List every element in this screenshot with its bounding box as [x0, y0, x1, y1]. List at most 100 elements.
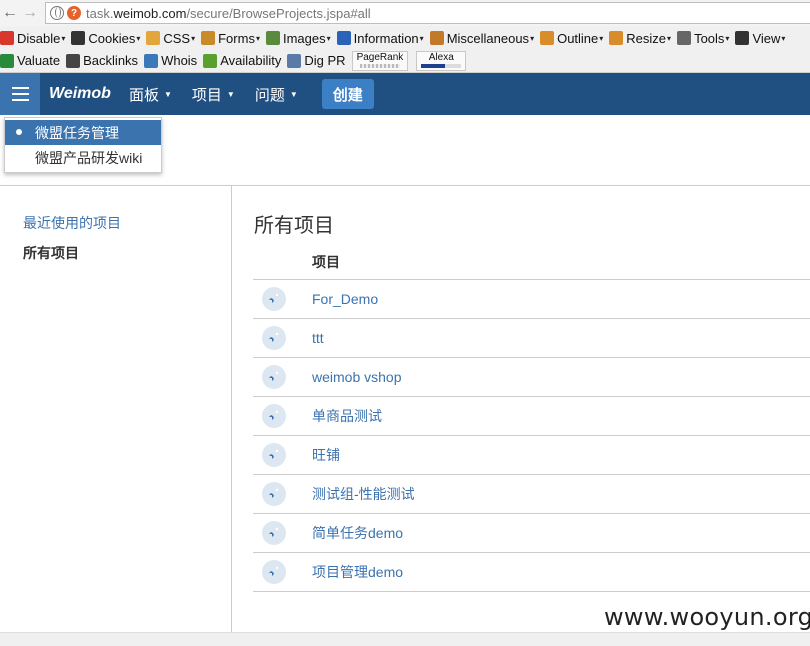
- alexa-widget[interactable]: Alexa: [416, 50, 467, 71]
- alexa-bar: [421, 63, 462, 68]
- pagerank-label: PageRank: [356, 51, 404, 63]
- toolbar-item-information[interactable]: Information ▾: [336, 27, 424, 49]
- toolbar-item-resize[interactable]: Resize ▾: [609, 27, 671, 49]
- toolbar-item-label: Miscellaneous: [446, 30, 530, 46]
- sidebar-item-all-projects[interactable]: 所有项目: [23, 243, 79, 263]
- address-input[interactable]: ? task. weimob.com/secure/BrowseProjects.…: [45, 2, 810, 24]
- create-button[interactable]: 创建: [321, 79, 374, 109]
- menu-item-label: 微盟任务管理: [35, 124, 119, 141]
- caret-down-icon: ▾: [667, 33, 672, 43]
- toolbar-item-label: Images: [282, 30, 326, 46]
- backlinks-icon: [66, 53, 81, 68]
- nav-issues[interactable]: 问题 ▼: [255, 84, 298, 105]
- project-rocket-icon[interactable]: [262, 560, 286, 584]
- alexa-label: Alexa: [428, 51, 454, 63]
- toolbar-item-label: Cookies: [88, 30, 136, 46]
- projects-table: 项目 For_Demottt weimob vshop 单商品测试旺铺测试组-性能测…: [253, 245, 810, 592]
- pagerank-widget[interactable]: PageRank: [351, 50, 409, 71]
- project-link[interactable]: For_Demo: [312, 291, 378, 307]
- caret-down-icon: ▾: [61, 33, 66, 43]
- project-rocket-icon[interactable]: [262, 287, 286, 311]
- project-rocket-icon[interactable]: [262, 482, 286, 506]
- nav-dashboards[interactable]: 面板 ▼: [129, 84, 172, 105]
- dig-pr-icon: [287, 53, 302, 68]
- toolbar-item-miscellaneous[interactable]: Miscellaneous ▾: [429, 27, 534, 49]
- tools-icon: [677, 31, 692, 45]
- project-link[interactable]: ttt: [312, 330, 324, 346]
- back-arrow-icon[interactable]: ←: [0, 1, 20, 25]
- toolbar-item-css[interactable]: CSS ▾: [146, 27, 195, 49]
- url-path: /secure/BrowseProjects.jspa#all: [186, 5, 371, 21]
- security-warning-icon[interactable]: ?: [67, 6, 81, 20]
- toolbar-item-label: Resize: [626, 30, 667, 46]
- menu-item-label: 微盟产品研发wiki: [35, 149, 143, 166]
- table-row: 简单任务demo: [253, 514, 810, 553]
- app-header: Weimob 面板 ▼ 项目 ▼ 问题 ▼ 创建: [0, 73, 810, 115]
- seo-toolbar: Valuate Backlinks Whois Availability Dig PR …: [0, 49, 810, 73]
- table-row: 单商品测试: [253, 397, 810, 436]
- project-link[interactable]: 简单任务demo: [312, 523, 403, 543]
- chevron-down-icon: ▼: [226, 89, 235, 99]
- toolbar-item-view[interactable]: View ▾: [735, 27, 785, 49]
- toolbar-item-dig-pr[interactable]: Dig PR: [287, 50, 346, 72]
- toolbar-item-label: Disable: [17, 30, 61, 46]
- menu-hamburger-icon[interactable]: [0, 73, 40, 115]
- valuate-icon: [0, 53, 14, 68]
- resize-icon: [609, 31, 624, 45]
- toolbar-item-label: Valuate: [17, 53, 61, 68]
- project-link[interactable]: 旺铺: [312, 445, 340, 465]
- chevron-down-icon: ▼: [163, 89, 172, 99]
- selected-bullet-icon: [16, 129, 22, 135]
- globe-icon: [50, 6, 64, 20]
- project-rocket-icon[interactable]: [262, 326, 286, 350]
- table-row: 旺铺: [253, 436, 810, 475]
- nav-dashboards-label: 面板: [128, 86, 159, 104]
- sidebar: 最近使用的项目 所有项目: [0, 186, 232, 632]
- menu-item-product-wiki[interactable]: 微盟产品研发wiki: [5, 145, 161, 170]
- caret-down-icon: ▾: [599, 33, 604, 43]
- toolbar-item-label: Forms: [218, 30, 255, 46]
- watermark: www.wooyun.org: [604, 603, 810, 631]
- nav-projects[interactable]: 项目 ▼: [192, 84, 235, 105]
- weimob-logo[interactable]: Weimob: [49, 85, 111, 103]
- toolbar-item-label: Tools: [694, 30, 725, 46]
- view-icon: [735, 31, 750, 45]
- toolbar-item-tools[interactable]: Tools ▾: [677, 27, 729, 49]
- caret-down-icon: ▾: [781, 33, 786, 43]
- sidebar-item-recent-projects[interactable]: 最近使用的项目: [23, 213, 121, 233]
- table-row: weimob vshop: [253, 358, 810, 397]
- pagerank-bar: [359, 63, 400, 68]
- toolbar-item-label: Information: [353, 30, 419, 46]
- table-row: 测试组-性能测试: [253, 475, 810, 514]
- url-host: weimob.com: [113, 5, 187, 21]
- column-header-project: 项目: [253, 245, 810, 280]
- table-row: ttt: [253, 319, 810, 358]
- toolbar-item-label: Whois: [161, 53, 198, 68]
- project-rocket-icon[interactable]: [262, 443, 286, 467]
- toolbar-item-outline[interactable]: Outline ▾: [540, 27, 603, 49]
- project-link[interactable]: 测试组-性能测试: [312, 484, 415, 504]
- forms-icon: [201, 31, 216, 45]
- toolbar-item-valuate[interactable]: Valuate: [0, 50, 60, 72]
- toolbar-item-whois[interactable]: Whois: [144, 50, 197, 72]
- url-prefix: task.: [86, 5, 114, 21]
- toolbar-item-label: Outline: [557, 30, 599, 46]
- toolbar-item-availability[interactable]: Availability: [203, 50, 281, 72]
- project-rocket-icon[interactable]: [262, 521, 286, 545]
- page-title: 所有项目: [254, 215, 334, 237]
- project-link[interactable]: 单商品测试: [312, 406, 382, 426]
- toolbar-item-forms[interactable]: Forms ▾: [201, 27, 260, 49]
- toolbar-item-cookies[interactable]: Cookies ▾: [71, 27, 140, 49]
- toolbar-item-images[interactable]: Images ▾: [265, 27, 331, 49]
- web-developer-toolbar: Disable ▾ Cookies ▾ CSS ▾ Forms ▾ Images ▾ Informa…: [0, 26, 810, 50]
- forward-arrow-icon[interactable]: →: [20, 1, 40, 25]
- caret-down-icon: ▾: [725, 33, 730, 43]
- browser-url-bar: ← → ? task. weimob.com/secure/BrowseProje…: [0, 0, 810, 27]
- toolbar-item-disable[interactable]: Disable ▾: [0, 27, 65, 49]
- project-link[interactable]: weimob vshop: [312, 369, 402, 385]
- project-link[interactable]: 项目管理demo: [312, 562, 403, 582]
- toolbar-item-backlinks[interactable]: Backlinks: [66, 50, 138, 72]
- project-rocket-icon[interactable]: [262, 404, 286, 428]
- project-rocket-icon[interactable]: [262, 365, 286, 389]
- menu-item-task-management[interactable]: 微盟任务管理: [5, 120, 161, 145]
